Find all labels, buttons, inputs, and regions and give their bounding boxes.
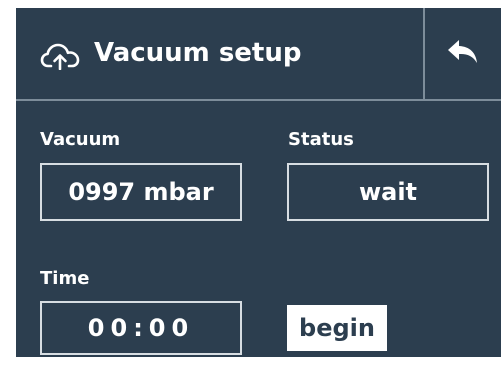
begin-button[interactable]: begin — [287, 305, 387, 351]
page-title: Vacuum setup — [94, 38, 302, 68]
time-label: Time — [40, 268, 90, 289]
reply-arrow-icon — [446, 38, 480, 70]
vacuum-value-display: 0997 mbar — [40, 163, 242, 221]
back-button[interactable] — [425, 8, 501, 99]
status-label: Status — [288, 129, 354, 150]
status-value-display: wait — [287, 163, 489, 221]
time-value-display[interactable]: 00:00 — [40, 301, 242, 355]
cloud-upload-icon — [40, 40, 80, 74]
vacuum-label: Vacuum — [40, 129, 121, 150]
vacuum-setup-screen: Vacuum setup Vacuum 0997 mbar Status wai… — [16, 8, 501, 357]
header-bar: Vacuum setup — [16, 8, 501, 101]
